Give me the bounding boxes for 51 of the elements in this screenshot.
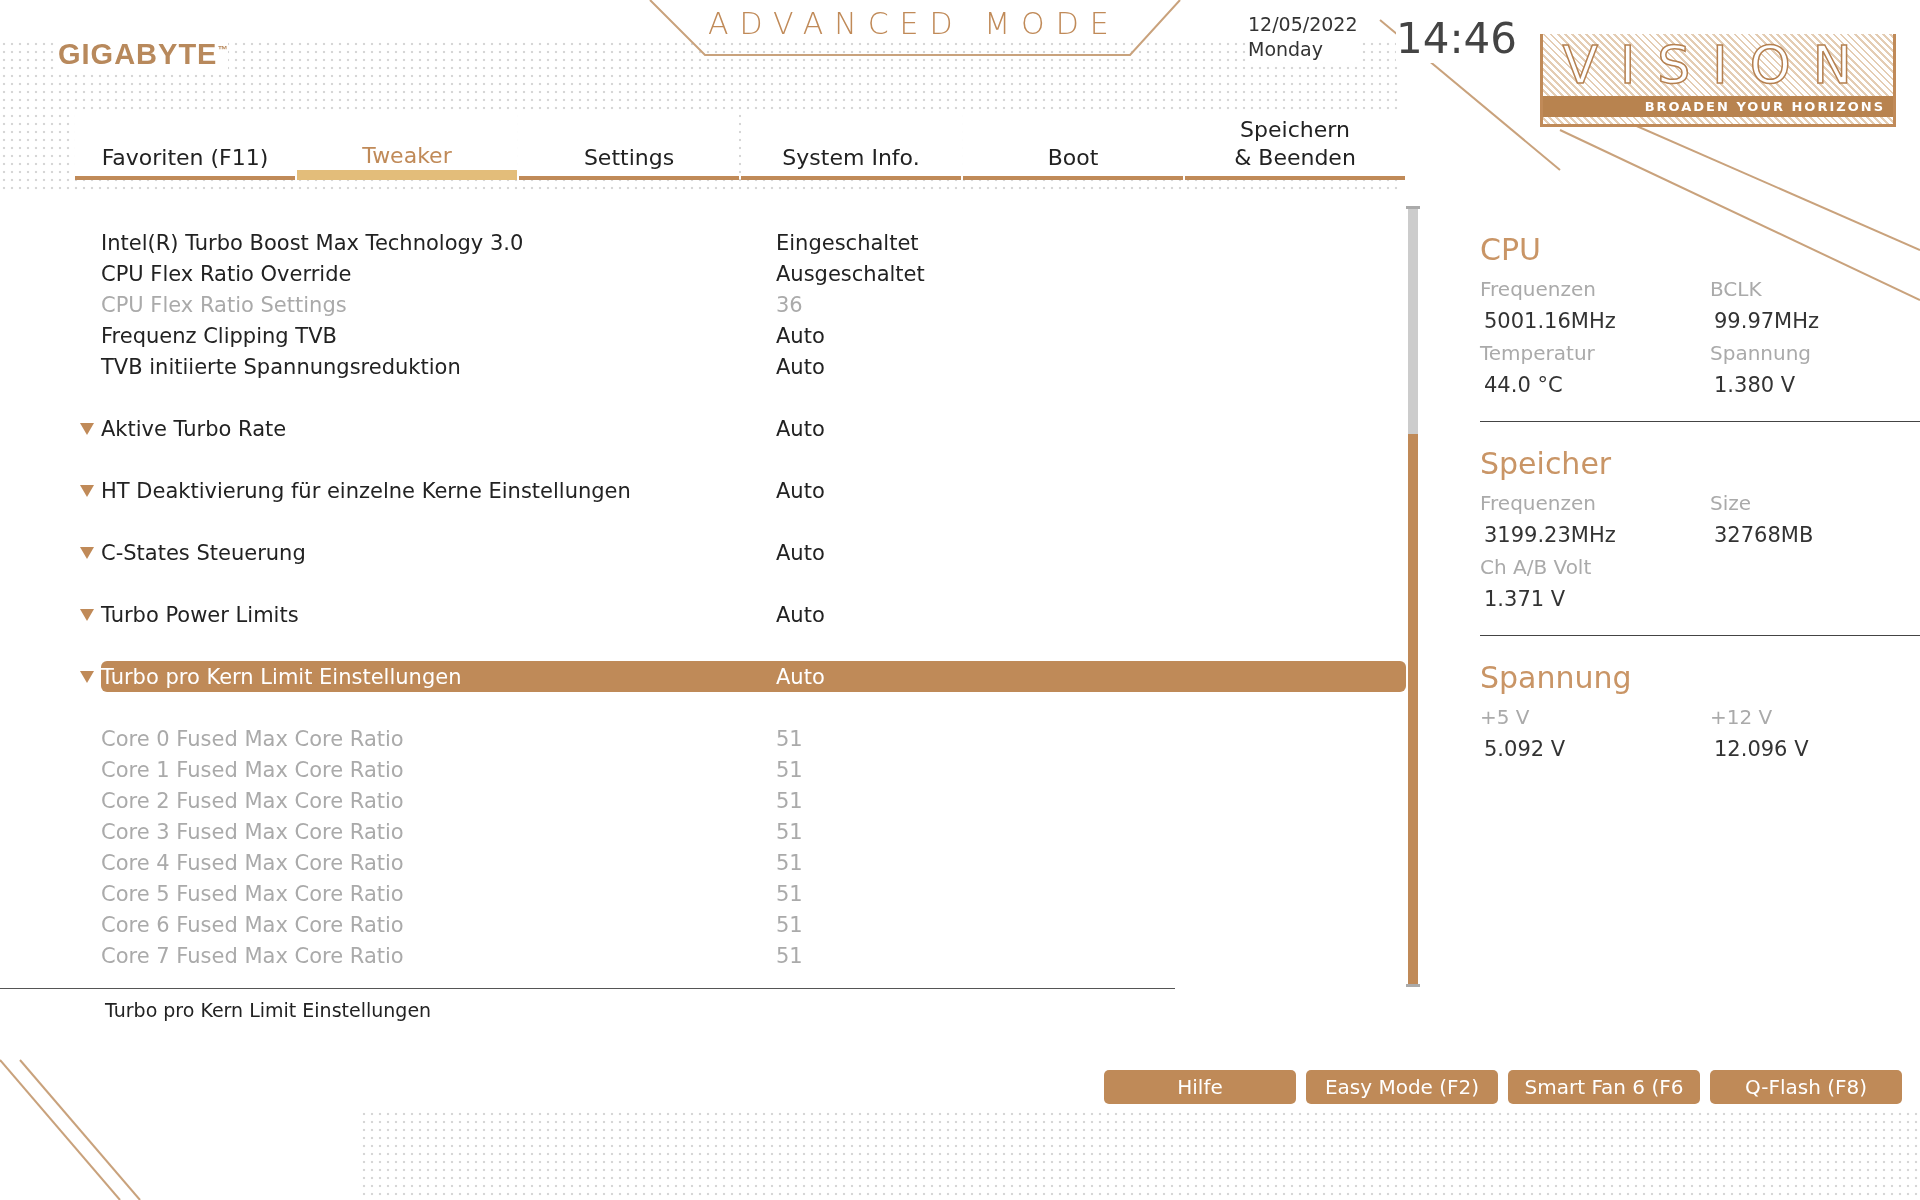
expand-triangle-icon (80, 423, 94, 435)
monitor-value: 1.380 V (1713, 373, 1797, 397)
section-title: CPU (1480, 232, 1542, 267)
monitor-label: BCLK (1710, 277, 1763, 301)
vision-logo: VISION BROADEN YOUR HORIZONS (1540, 34, 1896, 127)
menu-tab[interactable]: Favoriten (F11) (75, 114, 295, 180)
expand-triangle-icon (80, 547, 94, 559)
monitor-value: 3199.23MHz (1483, 523, 1617, 547)
monitor-label: Spannung (1710, 341, 1813, 365)
setting-row[interactable]: Turbo Power Limits Auto (101, 599, 1406, 630)
monitor-label: +12 V (1710, 705, 1774, 729)
monitor-label: +5 V (1480, 705, 1531, 729)
monitor-label: Frequenzen (1480, 491, 1597, 515)
monitor-label: Temperatur (1480, 341, 1596, 365)
setting-row[interactable]: Turbo pro Kern Limit Einstellungen Auto (101, 661, 1406, 692)
mode-title: ADVANCED MODE (708, 6, 1120, 41)
footer-button[interactable]: Hilfe (1104, 1070, 1296, 1104)
date-text: 12/05/2022 (1248, 12, 1358, 37)
monitor-value: 12.096 V (1713, 737, 1810, 761)
menu-tab[interactable]: System Info. (741, 114, 961, 180)
setting-row[interactable]: C-States Steuerung Auto (101, 537, 1406, 568)
menu-tab[interactable]: Speichern & Beenden (1185, 114, 1405, 180)
scrollbar[interactable] (1406, 206, 1420, 987)
monitor-value: 99.97MHz (1713, 309, 1821, 333)
expand-triangle-icon (80, 485, 94, 497)
menu-tab[interactable]: Boot (963, 114, 1183, 180)
weekday-text: Monday (1248, 37, 1324, 62)
help-text: Turbo pro Kern Limit Einstellungen (0, 988, 1175, 1021)
setting-row[interactable]: HT Deaktivierung für einzelne Kerne Einstellungen Auto (101, 475, 1406, 506)
monitor-label: Ch A/B Volt (1480, 555, 1593, 579)
monitor-value: 1.371 V (1483, 587, 1567, 611)
section-title: Spannung (1480, 660, 1633, 695)
setting-row[interactable]: CPU Flex Ratio Override Ausgeschaltet (101, 258, 1406, 289)
footer-button[interactable]: Q-Flash (F8) (1710, 1070, 1902, 1104)
monitor-value: 5001.16MHz (1483, 309, 1617, 333)
footer-button[interactable]: Smart Fan 6 (F6 (1508, 1070, 1700, 1104)
expand-triangle-icon (80, 671, 94, 683)
monitor-label: Frequenzen (1480, 277, 1597, 301)
section-title: Speicher (1480, 446, 1613, 481)
setting-row[interactable]: TVB initiierte Spannungsreduktion Auto (101, 351, 1406, 382)
menu-tab[interactable]: Settings (519, 114, 739, 180)
expand-triangle-icon (80, 609, 94, 621)
setting-row[interactable]: Aktive Turbo Rate Auto (101, 413, 1406, 444)
footer-button[interactable]: Easy Mode (F2) (1306, 1070, 1498, 1104)
monitor-value: 5.092 V (1483, 737, 1567, 761)
monitor-value: 44.0 °C (1483, 373, 1564, 397)
monitor-label: Size (1710, 491, 1753, 515)
setting-row[interactable]: Intel(R) Turbo Boost Max Technology 3.0 Eingeschaltet (101, 227, 1406, 258)
menu-tab[interactable]: Tweaker (297, 114, 517, 180)
setting-row[interactable]: Frequenz Clipping TVB Auto (101, 320, 1406, 351)
monitor-value: 32768MB (1713, 523, 1815, 547)
